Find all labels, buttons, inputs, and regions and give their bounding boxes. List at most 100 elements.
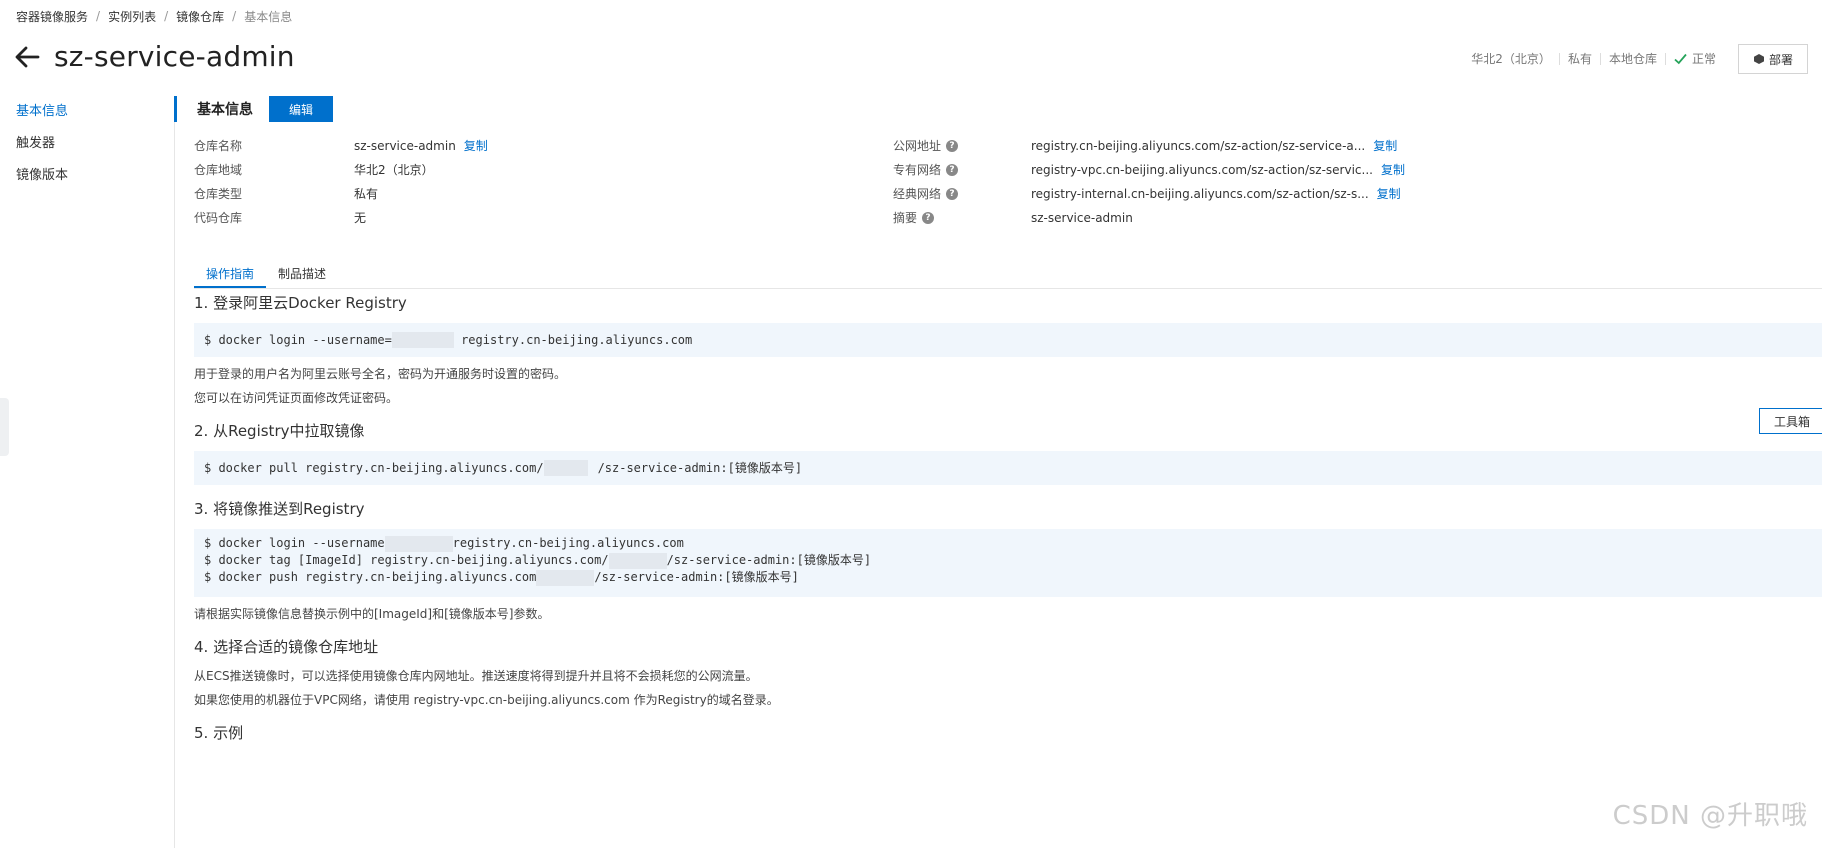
breadcrumb: 容器镜像服务 / 实例列表 / 镜像仓库 / 基本信息 xyxy=(16,6,292,26)
redacted-mask xyxy=(543,460,588,476)
info-label: 仓库名称 xyxy=(194,139,243,153)
repo-type: 私有 xyxy=(1558,53,1600,65)
sidebar-item-image-versions[interactable]: 镜像版本 xyxy=(0,160,174,192)
content-tabs: 操作指南 制品描述 xyxy=(194,262,1822,289)
step-3-heading: 3. 将镜像推送到Registry xyxy=(194,500,365,518)
info-row-region: 仓库地域 华北2（北京） xyxy=(194,160,434,180)
info-value: sz-service-admin xyxy=(354,139,456,153)
deploy-button-label: 部署 xyxy=(1768,52,1793,67)
redacted-mask xyxy=(608,552,667,569)
edit-button[interactable]: 编辑 xyxy=(269,96,334,122)
code-text: $ docker login --username= xyxy=(204,333,392,347)
section-title: 基本信息 xyxy=(197,102,253,118)
main-content: 基本信息 编辑 仓库名称 sz-service-admin 复制 仓库地域 华北… xyxy=(174,96,1822,848)
info-value: sz-service-admin xyxy=(1031,211,1133,225)
copy-classic-address-link[interactable]: 复制 xyxy=(1377,184,1401,204)
sidebar-item-basic-info[interactable]: 基本信息 xyxy=(0,96,174,128)
info-row-name: 仓库名称 sz-service-admin 复制 xyxy=(194,136,488,156)
deploy-button[interactable]: 部署 xyxy=(1737,44,1808,74)
code-text: $ docker tag [ImageId] registry.cn-beiji… xyxy=(204,553,609,567)
redacted-mask xyxy=(384,535,453,552)
code-line: $ docker tag [ImageId] registry.cn-beiji… xyxy=(204,552,1812,569)
check-icon xyxy=(1674,53,1687,65)
help-icon[interactable]: ? xyxy=(946,164,959,176)
step-4-note: 从ECS推送镜像时，可以选择使用镜像仓库内网地址。推送速度将得到提升并且将不会损… xyxy=(194,669,758,683)
repo-region: 华北2（北京） xyxy=(1471,52,1551,66)
breadcrumb-separator: / xyxy=(164,9,169,23)
step-5-heading: 5. 示例 xyxy=(194,724,244,742)
info-row-public-address: 公网地址 ? registry.cn-beijing.aliyuncs.com/… xyxy=(893,136,1397,156)
sidebar-collapse-handle[interactable] xyxy=(0,398,9,456)
code-text: /sz-service-admin:[镜像版本号] xyxy=(594,570,799,584)
step-4-note: 如果您使用的机器位于VPC网络，请使用 registry-vpc.cn-beij… xyxy=(194,693,779,707)
help-icon[interactable]: ? xyxy=(922,212,935,224)
code-line: $ docker login --username registry.cn-bei… xyxy=(204,535,1812,552)
breadcrumb-item-repositories[interactable]: 镜像仓库 xyxy=(176,8,224,25)
info-row-code-repo: 代码仓库 无 xyxy=(194,208,366,228)
info-row-digest: 摘要 ? sz-service-admin xyxy=(893,208,1133,228)
info-label: 经典网络 xyxy=(893,187,942,201)
info-label-wrap: 经典网络 ? xyxy=(893,184,1031,204)
step-3-note: 请根据实际镜像信息替换示例中的[ImageId]和[镜像版本号]参数。 xyxy=(194,607,550,621)
help-icon[interactable]: ? xyxy=(946,140,959,152)
info-row-vpc-address: 专有网络 ? registry-vpc.cn-beijing.aliyuncs.… xyxy=(893,160,1405,180)
info-value: registry.cn-beijing.aliyuncs.com/sz-acti… xyxy=(1031,139,1366,153)
code-text: /sz-service-admin:[镜像版本号] xyxy=(666,553,872,567)
redacted-mask xyxy=(391,332,454,348)
info-value: 无 xyxy=(354,211,367,225)
info-label: 专有网络 xyxy=(893,163,942,177)
sidebar-item-triggers[interactable]: 触发器 xyxy=(0,128,174,160)
info-label: 仓库地域 xyxy=(194,163,243,177)
code-text: /sz-service-admin:[镜像版本号] xyxy=(597,461,803,475)
breadcrumb-item-service[interactable]: 容器镜像服务 xyxy=(16,8,88,25)
info-label: 公网地址 xyxy=(893,139,942,153)
toolbox-button[interactable]: 工具箱 xyxy=(1758,408,1822,434)
step-1-heading: 1. 登录阿里云Docker Registry xyxy=(194,294,407,312)
breadcrumb-separator: / xyxy=(96,9,101,23)
help-icon[interactable]: ? xyxy=(946,188,959,200)
repo-source: 本地仓库 xyxy=(1599,53,1665,65)
repo-status-text: 正常 xyxy=(1691,52,1716,66)
info-value: registry-internal.cn-beijing.aliyuncs.co… xyxy=(1031,187,1369,201)
info-row-classic-address: 经典网络 ? registry-internal.cn-beijing.aliy… xyxy=(893,184,1401,204)
step-2-heading: 2. 从Registry中拉取镜像 xyxy=(194,422,365,440)
back-arrow-icon[interactable] xyxy=(14,44,40,70)
watermark: CSDN @升职哦 xyxy=(1612,801,1808,831)
code-text: registry.cn-beijing.aliyuncs.com xyxy=(452,536,684,550)
info-value: 华北2（北京） xyxy=(354,163,434,177)
code-block-login: $ docker login --username= registry.cn-b… xyxy=(194,323,1822,357)
info-value: registry-vpc.cn-beijing.aliyuncs.com/sz-… xyxy=(1031,163,1373,177)
breadcrumb-item-current: 基本信息 xyxy=(244,9,293,24)
copy-name-link[interactable]: 复制 xyxy=(464,136,488,156)
info-row-type: 仓库类型 私有 xyxy=(194,184,378,204)
code-text: $ docker login --username xyxy=(204,536,385,550)
page-title: sz-service-admin xyxy=(54,40,295,73)
code-text: $ docker push registry.cn-beijing.aliyun… xyxy=(204,570,537,584)
breadcrumb-item-instances[interactable]: 实例列表 xyxy=(108,8,156,25)
breadcrumb-separator: / xyxy=(232,9,237,23)
step-4-heading: 4. 选择合适的镜像仓库地址 xyxy=(194,638,379,656)
copy-public-address-link[interactable]: 复制 xyxy=(1373,136,1397,156)
info-label-wrap: 公网地址 ? xyxy=(893,136,1031,156)
tab-operation-guide[interactable]: 操作指南 xyxy=(194,262,267,288)
section-header: 基本信息 编辑 xyxy=(174,96,334,122)
info-label-wrap: 摘要 ? xyxy=(893,208,1031,228)
copy-vpc-address-link[interactable]: 复制 xyxy=(1381,160,1405,180)
info-label-wrap: 专有网络 ? xyxy=(893,160,1031,180)
step-1-note: 您可以在访问凭证页面修改凭证密码。 xyxy=(194,391,399,405)
redacted-mask xyxy=(536,569,595,586)
tab-artifact-description[interactable]: 制品描述 xyxy=(266,262,338,288)
step-1-note: 用于登录的用户名为阿里云账号全名，密码为开通服务时设置的密码。 xyxy=(194,367,567,381)
code-line: $ docker login --username= registry.cn-b… xyxy=(204,330,1812,350)
code-text: $ docker pull registry.cn-beijing.aliyun… xyxy=(204,461,544,475)
repo-status-bar: 华北2（北京） 私有 本地仓库 正常 部署 xyxy=(1463,44,1808,74)
info-label: 仓库类型 xyxy=(194,187,243,201)
sidebar: 基本信息 触发器 镜像版本 xyxy=(0,96,175,848)
info-label: 摘要 xyxy=(893,211,918,225)
code-line: $ docker push registry.cn-beijing.aliyun… xyxy=(204,569,1812,586)
info-label: 代码仓库 xyxy=(194,211,243,225)
code-line: $ docker pull registry.cn-beijing.aliyun… xyxy=(204,458,1812,478)
code-block-pull: $ docker pull registry.cn-beijing.aliyun… xyxy=(194,451,1822,485)
repo-status: 正常 xyxy=(1664,52,1724,66)
deploy-icon xyxy=(1753,54,1764,64)
